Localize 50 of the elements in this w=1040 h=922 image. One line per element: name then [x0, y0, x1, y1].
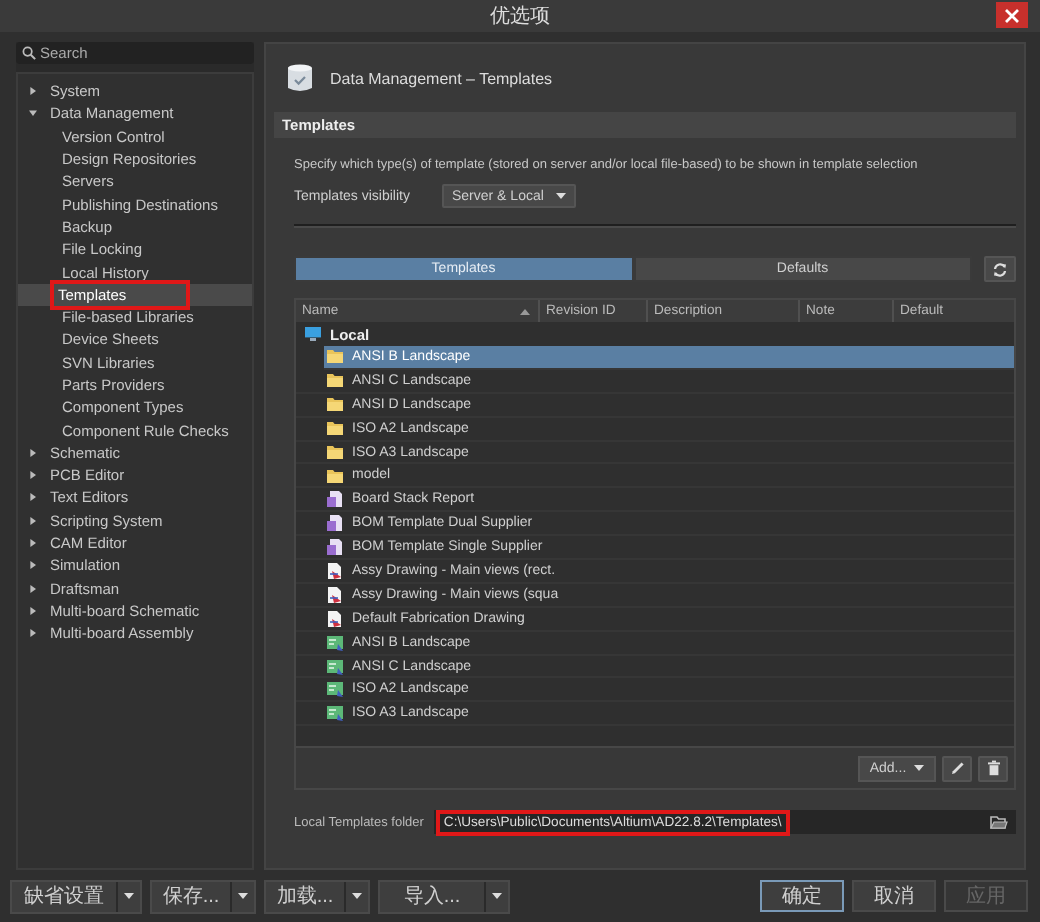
dialog-button[interactable]: 确定: [760, 880, 844, 912]
search-icon: [22, 46, 36, 60]
expand-icon: [28, 447, 38, 458]
footer-button[interactable]: 保存...: [152, 881, 232, 911]
document-icon: [326, 609, 344, 628]
close-button[interactable]: [996, 2, 1028, 28]
database-icon: [286, 62, 314, 94]
sheet-icon: [326, 704, 344, 723]
sheet-icon: [326, 633, 344, 652]
refresh-button[interactable]: [984, 256, 1016, 282]
sort-icon: [520, 307, 530, 315]
footer-button[interactable]: 缺省设置: [12, 881, 118, 911]
dropdown-button[interactable]: [118, 881, 140, 911]
close-icon: [1004, 7, 1020, 23]
caret-icon: [914, 764, 925, 772]
folder-icon: [326, 467, 344, 484]
caret-icon: [352, 892, 362, 900]
folder-icon: [326, 372, 344, 389]
report-icon: [326, 538, 344, 557]
dropdown-button[interactable]: [346, 881, 368, 911]
dropdown-button[interactable]: [232, 881, 254, 911]
trash-icon: [985, 760, 1001, 776]
footer-button[interactable]: 导入...: [380, 881, 486, 911]
pencil-icon: [949, 760, 965, 776]
dropdown-button[interactable]: [486, 881, 508, 911]
document-icon: [326, 585, 344, 604]
caret-icon: [555, 192, 566, 200]
page-title: Data Management – Templates: [330, 69, 553, 87]
monitor-icon: [304, 326, 322, 342]
folder-icon: [990, 814, 1008, 830]
folder-icon: [326, 396, 344, 413]
dialog-button[interactable]: 取消: [852, 880, 936, 912]
caret-icon: [124, 892, 134, 900]
refresh-icon: [992, 261, 1008, 277]
sheet-icon: [326, 680, 344, 699]
report-icon: [326, 514, 344, 533]
sheet-icon: [326, 657, 344, 676]
window-title: 优选项: [490, 3, 550, 30]
edit-button[interactable]: [942, 755, 972, 781]
folder-icon: [326, 348, 344, 365]
expand-icon: [28, 515, 38, 526]
footer-button[interactable]: 加载...: [266, 881, 346, 911]
caret-icon: [492, 892, 502, 900]
folder-icon: [326, 444, 344, 460]
delete-button[interactable]: [978, 755, 1008, 781]
folder-icon: [326, 420, 344, 437]
document-icon: [326, 561, 344, 580]
caret-icon: [238, 892, 248, 900]
report-icon: [326, 490, 344, 509]
expand-icon: [28, 628, 38, 639]
